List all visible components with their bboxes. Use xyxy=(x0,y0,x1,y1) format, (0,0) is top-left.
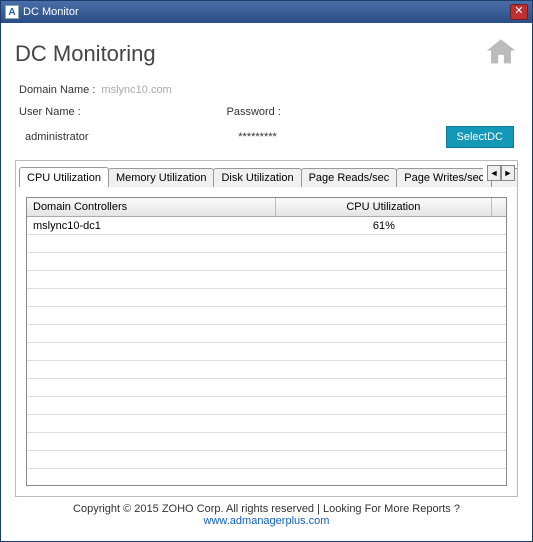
tab-scroll-controls: ◄ ► xyxy=(483,165,515,181)
table-row xyxy=(27,343,506,361)
app-window: A DC Monitor ✕ DC Monitoring Domain Name… xyxy=(0,0,533,542)
table-row xyxy=(27,307,506,325)
tab-cpu-utilization[interactable]: CPU Utilization xyxy=(19,167,109,187)
table-row[interactable]: mslync10-dc1 61% xyxy=(27,217,506,235)
cell-cpu-value: 61% xyxy=(276,218,492,234)
table-row xyxy=(27,253,506,271)
cell-dc-name: mslync10-dc1 xyxy=(27,218,276,234)
titlebar: A DC Monitor ✕ xyxy=(1,1,532,23)
footer-copyright: Copyright © 2015 ZOHO Corp. All rights r… xyxy=(73,503,460,515)
password-value: ********* xyxy=(232,131,445,143)
select-dc-button[interactable]: SelectDC xyxy=(446,126,514,148)
table-row xyxy=(27,361,506,379)
content-area: DC Monitoring Domain Name : mslync10.com… xyxy=(1,23,532,541)
col-header-cpu[interactable]: CPU Utilization xyxy=(276,198,492,216)
tabstrip: CPU Utilization Memory Utilization Disk … xyxy=(16,161,517,187)
grid-body: mslync10-dc1 61% xyxy=(27,217,506,485)
page-title: DC Monitoring xyxy=(15,41,156,67)
password-label: Password : xyxy=(227,106,435,118)
tab-scroll-left[interactable]: ◄ xyxy=(487,165,501,181)
col-header-pad xyxy=(492,198,506,216)
app-icon: A xyxy=(5,5,19,19)
domain-label: Domain Name : xyxy=(19,84,95,96)
tab-body: Domain Controllers CPU Utilization mslyn… xyxy=(16,186,517,496)
tab-disk-utilization[interactable]: Disk Utilization xyxy=(213,168,301,187)
table-row xyxy=(27,433,506,451)
dc-grid: Domain Controllers CPU Utilization mslyn… xyxy=(26,197,507,486)
tab-page-reads[interactable]: Page Reads/sec xyxy=(301,168,398,187)
table-row xyxy=(27,397,506,415)
tab-page-writes[interactable]: Page Writes/sec xyxy=(396,168,492,187)
tab-memory-utilization[interactable]: Memory Utilization xyxy=(108,168,214,187)
close-button[interactable]: ✕ xyxy=(510,4,528,20)
domain-value: mslync10.com xyxy=(101,84,171,96)
grid-header: Domain Controllers CPU Utilization xyxy=(27,198,506,217)
user-label: User Name : xyxy=(19,106,227,118)
table-row xyxy=(27,325,506,343)
footer-link[interactable]: www.admanagerplus.com xyxy=(204,515,330,527)
table-row xyxy=(27,271,506,289)
window-title: DC Monitor xyxy=(23,6,506,18)
table-row xyxy=(27,235,506,253)
footer: Copyright © 2015 ZOHO Corp. All rights r… xyxy=(15,497,518,533)
tab-scroll-right[interactable]: ► xyxy=(501,165,515,181)
table-row xyxy=(27,289,506,307)
col-header-dc[interactable]: Domain Controllers xyxy=(27,198,276,216)
header-row: DC Monitoring xyxy=(15,35,518,72)
home-icon[interactable] xyxy=(484,35,518,72)
table-row xyxy=(27,379,506,397)
user-value: administrator xyxy=(19,131,232,143)
credentials-form: Domain Name : mslync10.com User Name : P… xyxy=(15,84,518,148)
table-row xyxy=(27,415,506,433)
tab-container: CPU Utilization Memory Utilization Disk … xyxy=(15,160,518,497)
table-row xyxy=(27,451,506,469)
